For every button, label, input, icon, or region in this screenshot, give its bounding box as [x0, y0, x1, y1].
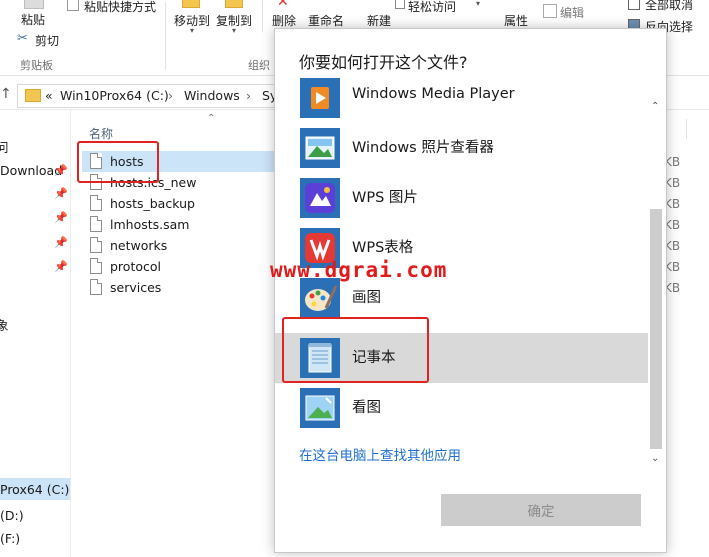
column-header-divider — [686, 119, 687, 139]
clipboard-group-label: 剪贴板 — [20, 59, 53, 72]
nav-item-access[interactable]: 问 — [0, 137, 9, 156]
file-name: hosts_backup — [110, 196, 195, 211]
navigation-pane: 问 Download 📌 📌 📌 📌 📌 象 Prox64 (C:) (D:) … — [0, 110, 70, 557]
easy-access-chevron-icon: ▾ — [476, 0, 481, 8]
app-name: 画图 — [352, 290, 381, 306]
ribbon-divider — [165, 2, 166, 70]
file-name: protocol — [110, 259, 161, 274]
hosts-highlight-box — [77, 141, 159, 183]
breadcrumb-drive[interactable]: Win10Prox64 (C:) — [60, 88, 169, 103]
app-item-wps-picture[interactable]: WPS 图片 — [275, 173, 648, 223]
file-icon — [90, 258, 102, 274]
delete-button[interactable]: 删除 — [272, 12, 296, 29]
nav-item-downloads[interactable]: Download — [0, 163, 62, 178]
ribbon-divider — [262, 0, 263, 32]
image-viewer-icon — [300, 388, 340, 428]
app-item-windows-photo-viewer[interactable]: Windows 照片查看器 — [275, 123, 648, 173]
pin-icon: 📌 — [54, 211, 68, 224]
file-name: networks — [110, 238, 168, 253]
paste-button[interactable]: 粘贴 — [21, 11, 45, 28]
app-name: Windows Media Player — [352, 86, 515, 102]
file-row[interactable]: hosts_backup — [82, 193, 277, 214]
app-name: WPS表格 — [352, 240, 414, 256]
breadcrumb-chevron-icon: › — [168, 88, 173, 103]
open-with-dialog: 你要如何打开这个文件? Windows Media Player Windows… — [274, 28, 667, 553]
move-to-icon — [182, 0, 200, 8]
nav-item-drive-c-label: Prox64 (C:) — [0, 482, 70, 497]
copy-to-icon — [225, 0, 243, 8]
edit-icon — [543, 4, 557, 18]
app-item-image-viewer[interactable]: 看图 — [275, 383, 648, 433]
scissors-icon: ✂ — [17, 31, 28, 46]
copy-to-chevron-icon: ▾ — [232, 26, 237, 35]
file-row[interactable]: lmhosts.sam — [82, 214, 277, 235]
file-row[interactable]: protocol — [82, 256, 277, 277]
wps-picture-icon — [300, 178, 340, 218]
file-name: lmhosts.sam — [110, 217, 190, 232]
breadcrumb-windows[interactable]: Windows — [184, 88, 240, 103]
photo-viewer-icon — [300, 128, 340, 168]
breadcrumb-overflow[interactable]: « — [45, 88, 53, 103]
easy-access-button[interactable]: 轻松访问 — [408, 0, 456, 15]
edit-button[interactable]: 编辑 — [560, 4, 584, 21]
pin-icon: 📌 — [54, 260, 68, 273]
watermark: www.dgrai.com — [270, 258, 448, 282]
pin-icon: 📌 — [54, 236, 68, 249]
nav-divider — [70, 110, 71, 557]
find-more-apps-link[interactable]: 在这台电脑上查找其他应用 — [299, 444, 461, 464]
scroll-down-icon[interactable]: ⌄ — [651, 453, 659, 464]
column-header-name[interactable]: 名称 — [89, 125, 113, 142]
scroll-up-icon[interactable]: ⌃ — [651, 101, 659, 112]
paste-shortcut-icon — [67, 0, 79, 11]
file-name: services — [110, 280, 162, 295]
notepad-highlight-box — [282, 317, 429, 383]
move-to-chevron-icon: ▾ — [190, 26, 195, 35]
paint-icon — [300, 278, 340, 318]
nav-item-pictures[interactable]: 象 — [0, 315, 9, 334]
sort-chevron-icon: ⌃ — [207, 113, 216, 124]
new-folder-button[interactable]: 新建 — [367, 12, 391, 29]
delete-icon: ✕ — [277, 0, 289, 10]
pin-icon: 📌 — [54, 164, 68, 177]
organize-group-label: 组织 — [248, 59, 270, 72]
app-item-windows-media-player[interactable]: Windows Media Player — [275, 73, 648, 123]
breadcrumb-chevron-icon: › — [246, 88, 251, 103]
file-icon — [90, 237, 102, 253]
paste-icon — [24, 0, 44, 9]
select-none-icon — [628, 0, 640, 10]
cut-button[interactable]: 剪切 — [35, 32, 59, 49]
nav-item-drive-d[interactable]: (D:) — [0, 508, 24, 523]
file-icon — [90, 279, 102, 295]
scrollbar-thumb[interactable] — [650, 209, 662, 449]
app-name: WPS 图片 — [352, 190, 418, 206]
app-name: Windows 照片查看器 — [352, 140, 494, 156]
easy-access-icon — [395, 0, 405, 9]
file-icon — [90, 195, 102, 211]
nav-item-drive-c[interactable]: Prox64 (C:) — [0, 478, 70, 500]
select-none-button[interactable]: 全部取消 — [645, 0, 693, 13]
paste-shortcut-button[interactable]: 粘贴快捷方式 — [84, 0, 156, 15]
dialog-title: 你要如何打开这个文件? — [299, 53, 468, 72]
file-icon — [90, 216, 102, 232]
folder-icon — [25, 89, 41, 102]
rename-button[interactable]: 重命名 — [308, 12, 344, 29]
file-row[interactable]: networks — [82, 235, 277, 256]
file-row[interactable]: services — [82, 277, 277, 298]
app-name: 看图 — [352, 400, 381, 416]
pin-icon: 📌 — [54, 187, 68, 200]
ok-button[interactable]: 确定 — [441, 494, 641, 526]
up-arrow-icon[interactable]: ↑ — [0, 86, 12, 102]
nav-item-drive-f[interactable]: (F:) — [0, 531, 20, 546]
media-player-icon — [300, 78, 340, 118]
